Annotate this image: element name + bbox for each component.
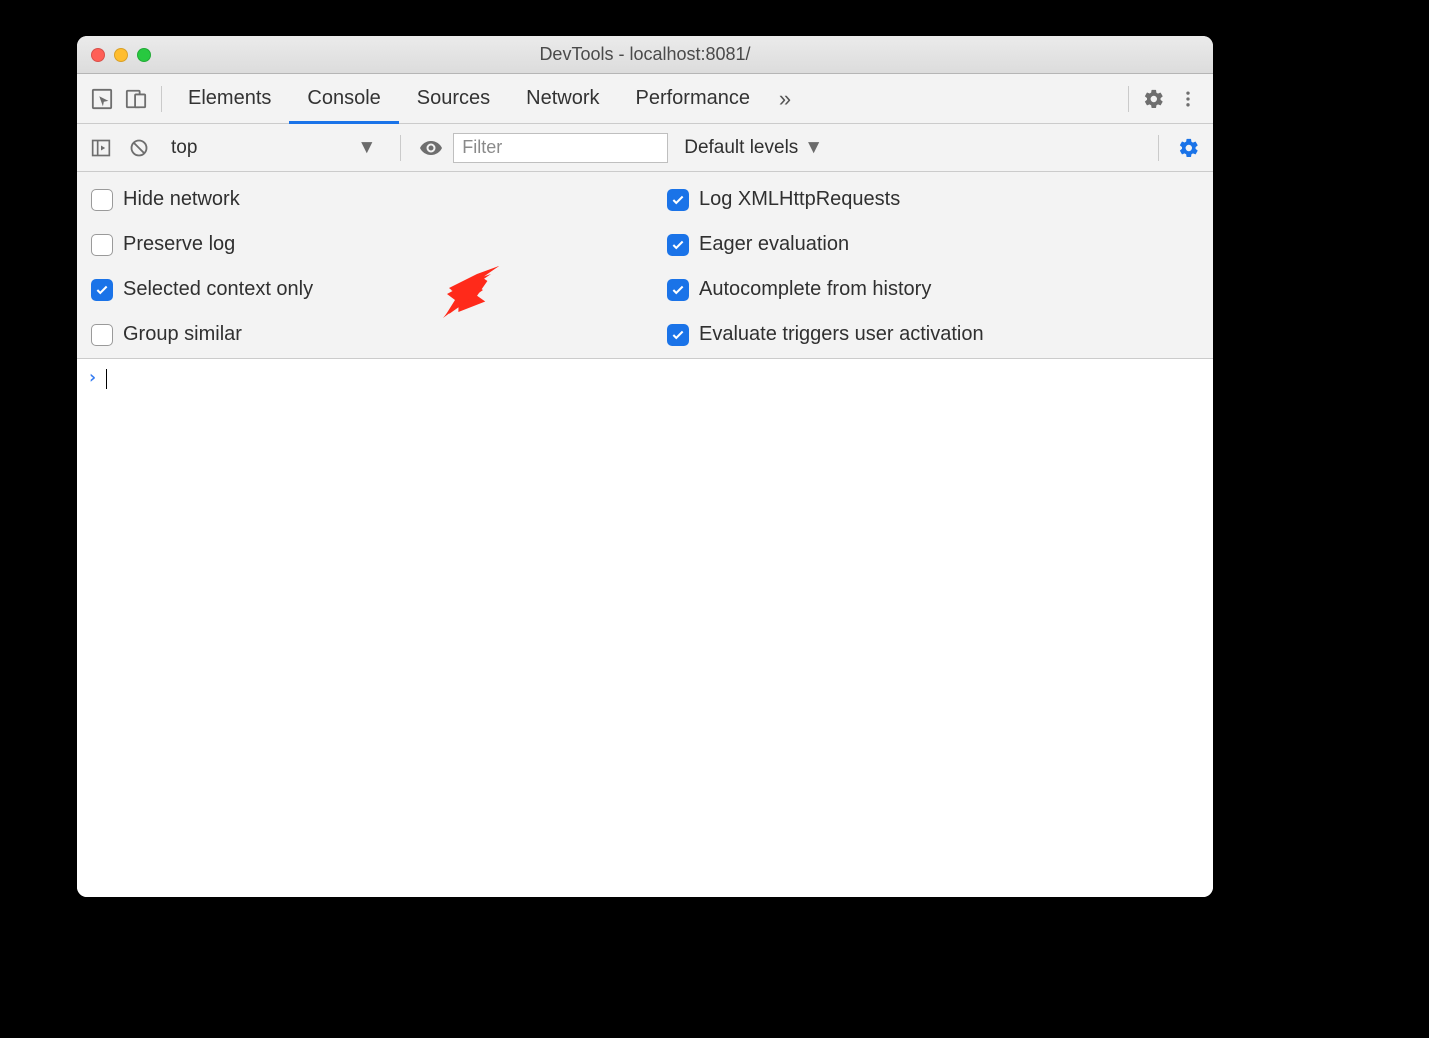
execution-context-select[interactable]: top ▼ [161, 132, 386, 164]
chevron-down-icon: ▼ [804, 137, 823, 159]
live-expression-eye-icon[interactable] [415, 132, 447, 164]
console-sidebar-toggle-icon[interactable] [85, 132, 117, 164]
device-toolbar-icon[interactable] [119, 82, 153, 116]
prompt-caret-icon: › [87, 367, 98, 388]
more-tabs-icon[interactable]: » [768, 82, 802, 116]
divider [161, 86, 162, 112]
checkbox-icon [667, 234, 689, 256]
setting-label: Group similar [123, 323, 242, 346]
checkbox-icon [667, 189, 689, 211]
checkbox-icon [91, 189, 113, 211]
tab-label: Performance [636, 87, 751, 110]
checkbox-icon [667, 279, 689, 301]
checkbox-icon [91, 234, 113, 256]
setting-eager-evaluation[interactable]: Eager evaluation [657, 233, 1213, 256]
window-title: DevTools - localhost:8081/ [77, 44, 1213, 65]
tab-performance[interactable]: Performance [618, 74, 769, 123]
setting-preserve-log[interactable]: Preserve log [81, 233, 647, 256]
console-settings-gear-icon[interactable] [1173, 132, 1205, 164]
text-cursor [106, 369, 107, 389]
devtools-window: DevTools - localhost:8081/ Elements Cons… [77, 36, 1213, 897]
setting-autocomplete-history[interactable]: Autocomplete from history [657, 278, 1213, 301]
setting-label: Evaluate triggers user activation [699, 323, 984, 346]
tab-sources[interactable]: Sources [399, 74, 508, 123]
filter-input[interactable] [453, 133, 668, 163]
tab-console[interactable]: Console [289, 74, 398, 123]
setting-label: Preserve log [123, 233, 235, 256]
context-label: top [171, 137, 197, 159]
setting-log-xhr[interactable]: Log XMLHttpRequests [657, 188, 1213, 211]
console-toolbar: top ▼ Default levels ▼ [77, 124, 1213, 172]
traffic-lights [77, 48, 151, 62]
console-settings-panel: Hide network Preserve log Selected conte… [77, 172, 1213, 359]
titlebar: DevTools - localhost:8081/ [77, 36, 1213, 74]
close-window-button[interactable] [91, 48, 105, 62]
setting-selected-context-only[interactable]: Selected context only [81, 278, 647, 301]
tab-network[interactable]: Network [508, 74, 617, 123]
console-output[interactable]: › [77, 359, 1213, 897]
setting-label: Eager evaluation [699, 233, 849, 256]
tab-elements[interactable]: Elements [170, 74, 289, 123]
setting-label: Log XMLHttpRequests [699, 188, 900, 211]
maximize-window-button[interactable] [137, 48, 151, 62]
setting-hide-network[interactable]: Hide network [81, 188, 647, 211]
settings-gear-icon[interactable] [1137, 82, 1171, 116]
divider [400, 135, 401, 161]
setting-label: Autocomplete from history [699, 278, 931, 301]
levels-label: Default levels [684, 137, 798, 159]
checkbox-icon [91, 324, 113, 346]
settings-right-column: Log XMLHttpRequests Eager evaluation Aut… [647, 182, 1213, 346]
chevron-down-icon: ▼ [357, 137, 376, 159]
clear-console-icon[interactable] [123, 132, 155, 164]
minimize-window-button[interactable] [114, 48, 128, 62]
setting-group-similar[interactable]: Group similar [81, 323, 647, 346]
kebab-menu-icon[interactable] [1171, 82, 1205, 116]
tab-label: Console [307, 87, 380, 110]
checkbox-icon [91, 279, 113, 301]
log-levels-select[interactable]: Default levels ▼ [674, 137, 833, 159]
main-tabbar: Elements Console Sources Network Perform… [77, 74, 1213, 124]
tab-label: Sources [417, 87, 490, 110]
inspect-element-icon[interactable] [85, 82, 119, 116]
settings-left-column: Hide network Preserve log Selected conte… [81, 182, 647, 346]
setting-label: Selected context only [123, 278, 313, 301]
divider [1158, 135, 1159, 161]
setting-label: Hide network [123, 188, 240, 211]
divider [1128, 86, 1129, 112]
setting-evaluate-user-activation[interactable]: Evaluate triggers user activation [657, 323, 1213, 346]
tab-label: Elements [188, 87, 271, 110]
checkbox-icon [667, 324, 689, 346]
tab-label: Network [526, 87, 599, 110]
